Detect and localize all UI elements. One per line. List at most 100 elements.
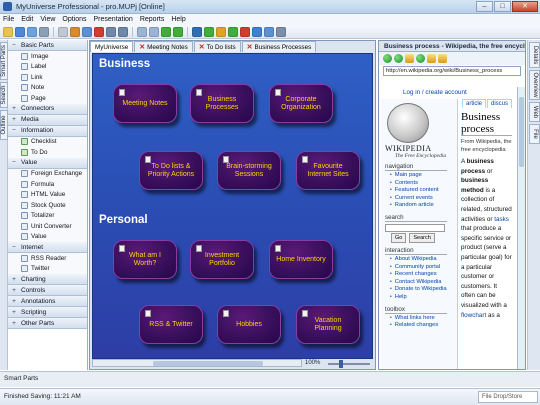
layout-icon[interactable] [264, 26, 274, 37]
category-value[interactable]: − Value [8, 157, 87, 169]
delete-icon[interactable] [94, 26, 104, 37]
wiki-search-input[interactable] [385, 223, 445, 232]
collapse-icon[interactable]: − [11, 42, 17, 49]
zoom-in-icon[interactable] [137, 26, 147, 37]
smart-part-label[interactable]: Label [8, 61, 87, 72]
category-scripting[interactable]: + Scripting [8, 307, 87, 318]
node-rss-twitter[interactable]: RSS & Twitter [139, 305, 203, 344]
open-icon[interactable] [15, 26, 25, 37]
smart-part-checklist[interactable]: Checklist [8, 136, 87, 147]
collapse-icon[interactable]: − [11, 244, 17, 251]
menu-reports[interactable]: Reports [140, 16, 165, 23]
wiki-link[interactable]: Current events [390, 195, 453, 203]
tab-meeting-notes[interactable]: ✕ Meeting Notes [134, 41, 193, 52]
refresh-icon[interactable] [416, 54, 425, 63]
smart-part-page[interactable]: Page [8, 93, 87, 104]
wiki-link[interactable]: Donate to Wikipedia [390, 286, 453, 294]
back-icon[interactable] [383, 54, 392, 63]
stop-icon[interactable] [405, 54, 414, 63]
cut-icon[interactable] [58, 26, 68, 37]
node-meeting-notes[interactable]: Meeting Notes [113, 84, 177, 123]
smart-part-image[interactable]: Image [8, 51, 87, 62]
smart-part-rss-reader[interactable]: RSS Reader [8, 253, 87, 264]
vtab-overview[interactable]: Overview [529, 70, 540, 100]
save-icon[interactable] [27, 26, 37, 37]
node-todo-lists[interactable]: To Do lists & Priority Actions [139, 151, 203, 190]
tab-discussion[interactable]: discus [487, 99, 513, 108]
redo-icon[interactable] [118, 26, 128, 37]
category-other-parts[interactable]: + Other Parts [8, 318, 87, 329]
forward-icon[interactable] [394, 54, 403, 63]
menu-help[interactable]: Help [171, 16, 185, 23]
category-annotations[interactable]: + Annotations [8, 296, 87, 307]
expand-icon[interactable]: + [11, 105, 17, 112]
node-corporate-organization[interactable]: Corporate Organization [269, 84, 333, 123]
smart-part-value[interactable]: Value [8, 231, 87, 242]
minimize-button[interactable]: – [476, 1, 493, 12]
expand-icon[interactable]: + [11, 309, 17, 316]
smart-part-note[interactable]: Note [8, 82, 87, 93]
wiki-link[interactable]: Main page [390, 172, 453, 180]
expand-icon[interactable]: + [11, 320, 17, 327]
wikipedia-globe-icon[interactable] [387, 103, 429, 143]
web-icon[interactable] [204, 26, 214, 37]
smart-part-unit-converter[interactable]: Unit Converter [8, 221, 87, 232]
smart-part-totalizer[interactable]: Totalizer [8, 210, 87, 221]
undo-icon[interactable] [106, 26, 116, 37]
smart-part-formula[interactable]: Formula [8, 179, 87, 190]
address-input[interactable]: http://en.wikipedia.org/wiki/Business_pr… [383, 66, 521, 76]
wiki-link[interactable]: Contents [390, 180, 453, 188]
wiki-link[interactable]: Contact Wikipedia [390, 279, 453, 287]
smart-part-link[interactable]: Link [8, 72, 87, 83]
copy-icon[interactable] [70, 26, 80, 37]
node-what-am-i-worth[interactable]: What am I Worth? [113, 240, 177, 279]
maximize-button[interactable]: □ [494, 1, 511, 12]
smart-part-foreign-exchange[interactable]: Foreign Exchange [8, 168, 87, 179]
go-button[interactable]: Go [391, 232, 407, 243]
menu-presentation[interactable]: Presentation [94, 16, 133, 23]
body-link[interactable]: tasks [494, 216, 509, 223]
node-hobbies[interactable]: Hobbies [217, 305, 281, 344]
vtab-web[interactable]: Web [529, 102, 540, 122]
category-basic-parts[interactable]: − Basic Parts [8, 40, 87, 51]
smart-part-to-do[interactable]: To Do [8, 147, 87, 158]
menu-view[interactable]: View [40, 16, 55, 23]
universe-canvas[interactable]: Business Personal Meeting Notes Business… [92, 53, 373, 359]
collapse-icon[interactable]: − [11, 127, 17, 134]
wiki-link[interactable]: Recent changes [390, 271, 453, 279]
node-investment-portfolio[interactable]: Investment Portfolio [190, 240, 254, 279]
vtab-search[interactable]: Search [0, 82, 8, 108]
favorites-icon[interactable] [438, 54, 447, 63]
wiki-link[interactable]: Related changes [390, 322, 453, 330]
node-brainstorming[interactable]: Brain-storming Sessions [217, 151, 281, 190]
file-drop-store[interactable]: File Drop/Store [478, 391, 538, 403]
tab-business-processes[interactable]: ✕ Business Processes [241, 41, 317, 52]
close-tab-icon[interactable]: ✕ [139, 43, 145, 51]
new-icon[interactable] [3, 26, 13, 37]
category-charting[interactable]: + Charting [8, 274, 87, 285]
print-icon[interactable] [39, 26, 49, 37]
wiki-link[interactable]: Featured content [390, 187, 453, 195]
body-link[interactable]: flowchart [461, 312, 486, 319]
wiki-link[interactable]: What links here [390, 315, 453, 323]
menu-file[interactable]: File [3, 16, 14, 23]
vtab-details[interactable]: Details [529, 42, 540, 68]
expand-icon[interactable]: + [11, 298, 17, 305]
tab-myuniverse[interactable]: MyUniverse [90, 41, 134, 52]
close-tab-icon[interactable]: ✕ [247, 43, 253, 51]
vtab-file[interactable]: File [529, 124, 540, 144]
globe-icon[interactable] [192, 26, 202, 37]
scrollbar-thumb[interactable] [153, 361, 263, 366]
scrollbar-thumb[interactable] [519, 97, 524, 167]
node-business-processes[interactable]: Business Processes [190, 84, 254, 123]
node-favourite-sites[interactable]: Favourite Internet Sites [296, 151, 360, 190]
close-tab-icon[interactable]: ✕ [199, 43, 205, 51]
home-icon[interactable] [216, 26, 226, 37]
smart-part-twitter[interactable]: Twitter [8, 263, 87, 274]
refresh-icon[interactable] [252, 26, 262, 37]
login-link[interactable]: Log in / create account [403, 89, 467, 96]
stop-icon[interactable] [240, 26, 250, 37]
menu-edit[interactable]: Edit [21, 16, 33, 23]
close-button[interactable]: ✕ [512, 1, 538, 12]
go-icon[interactable] [228, 26, 238, 37]
